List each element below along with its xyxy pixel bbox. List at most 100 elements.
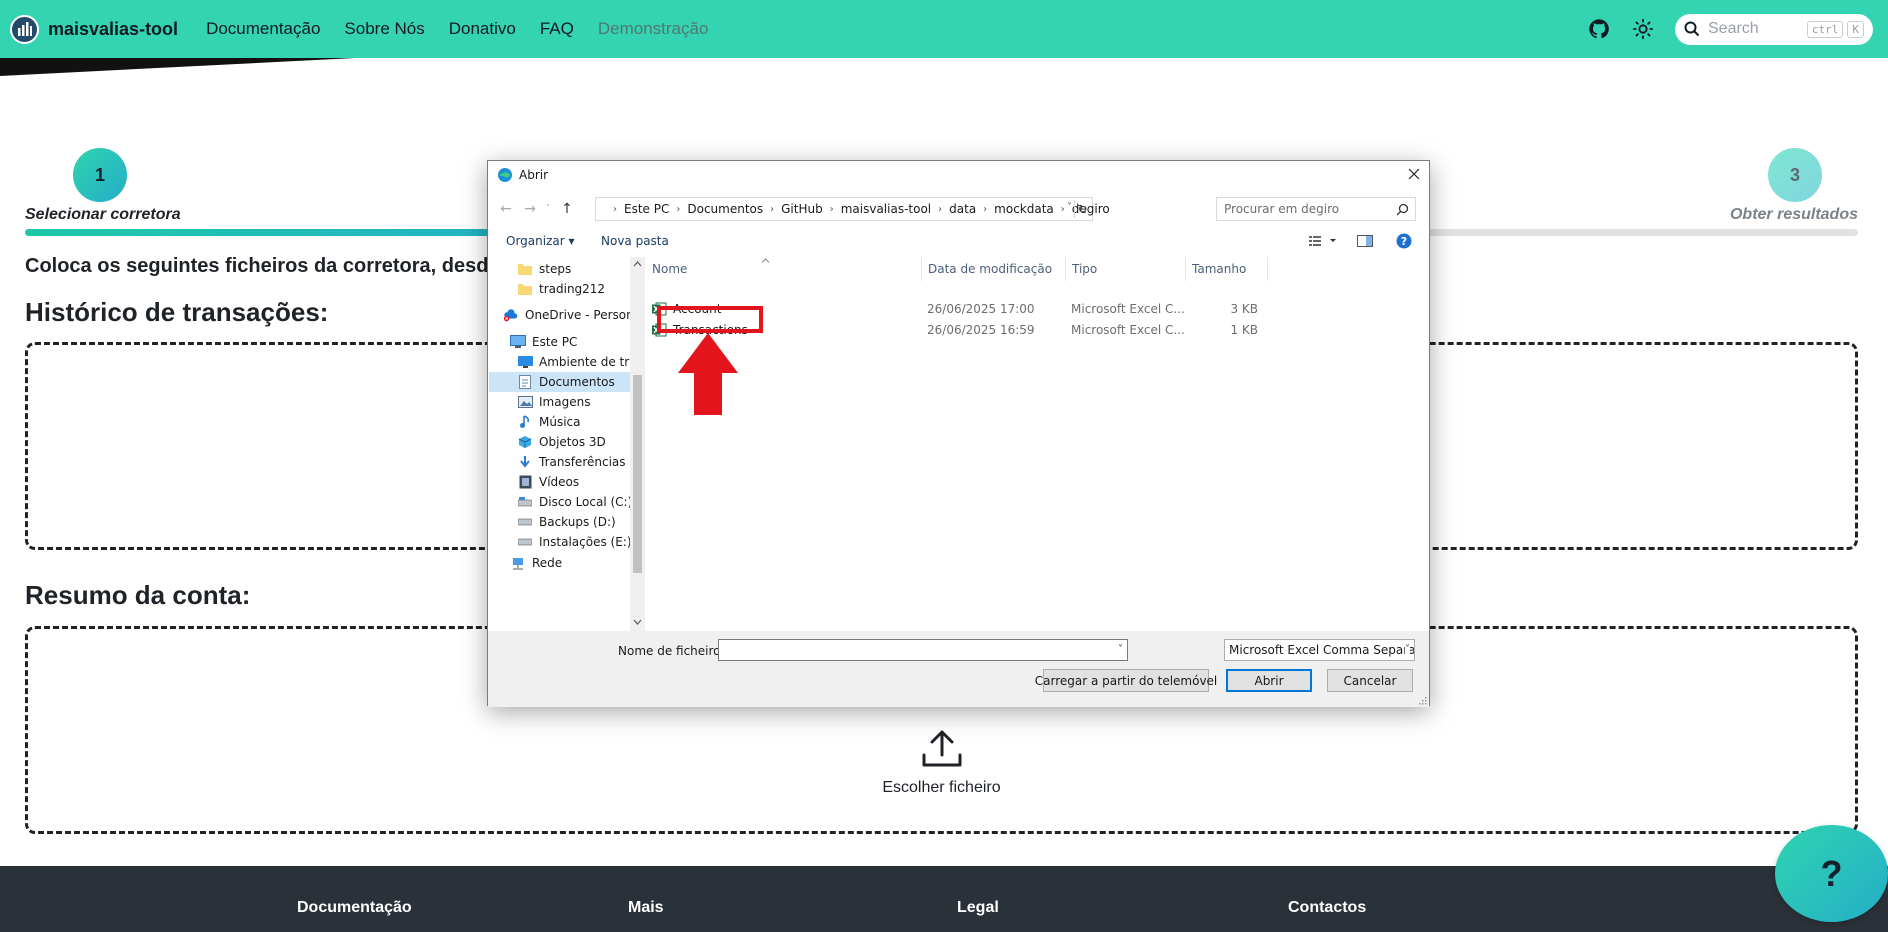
breadcrumb-maisvalias-tool[interactable]: maisvalias-tool bbox=[841, 202, 931, 216]
address-dropdown-icon[interactable]: ˅ bbox=[1067, 202, 1072, 213]
nav-item-disco-local[interactable]: Disco Local (C:) bbox=[517, 492, 632, 512]
computer-icon bbox=[510, 334, 526, 350]
help-button[interactable]: ? bbox=[1775, 825, 1888, 922]
nav-link-sobre-nos[interactable]: Sobre Nós bbox=[344, 19, 424, 39]
file-type: Microsoft Excel C... bbox=[1071, 302, 1185, 316]
column-header-modified[interactable]: Data de modificação bbox=[922, 257, 1066, 281]
file-modified: 26/06/2025 16:59 bbox=[927, 323, 1035, 337]
section-account-title: Resumo da conta: bbox=[25, 580, 251, 610]
recent-dropdown-icon[interactable]: ˅ bbox=[538, 199, 558, 219]
nav-item-documentos[interactable]: Documentos bbox=[489, 372, 630, 392]
breadcrumb-data[interactable]: data bbox=[949, 202, 976, 216]
nav-item-label: trading212 bbox=[539, 282, 606, 296]
nav-item-label: Transferências bbox=[539, 455, 626, 469]
nav-item-videos[interactable]: Vídeos bbox=[517, 472, 579, 492]
file-size: 3 KB bbox=[1230, 302, 1258, 316]
nav-item-musica[interactable]: Música bbox=[517, 412, 581, 432]
top-navbar: maisvalias-tool Documentação Sobre Nós D… bbox=[0, 0, 1888, 58]
file-size: 1 KB bbox=[1230, 323, 1258, 337]
choose-file-label: Escolher ficheiro bbox=[882, 778, 1001, 796]
dialog-titlebar[interactable]: Abrir bbox=[488, 161, 1429, 189]
cancel-button[interactable]: Cancelar bbox=[1327, 669, 1413, 692]
close-icon[interactable] bbox=[1407, 167, 1421, 181]
dialog-search-placeholder: Procurar em degiro bbox=[1224, 202, 1340, 216]
nav-links: Documentação Sobre Nós Donativo FAQ Demo… bbox=[206, 19, 732, 39]
nav-link-faq[interactable]: FAQ bbox=[540, 19, 574, 39]
nav-item-rede[interactable]: Rede bbox=[510, 556, 562, 570]
refresh-icon[interactable]: ↻ bbox=[1074, 200, 1090, 218]
address-bar[interactable]: › Este PC › Documentos › GitHub › maisva… bbox=[595, 197, 1110, 221]
nav-item-imagens[interactable]: Imagens bbox=[517, 392, 590, 412]
file-row-transactions[interactable]: X Transactions 26/06/2025 16:59 Microsof… bbox=[646, 320, 1429, 340]
chevron-down-icon[interactable]: ˅ bbox=[1405, 644, 1410, 655]
site-search-input[interactable]: Search ctrl K bbox=[1675, 13, 1873, 45]
column-header-type[interactable]: Tipo bbox=[1066, 257, 1186, 281]
dialog-search-input[interactable]: Procurar em degiro bbox=[1216, 197, 1416, 221]
nav-link-donativo[interactable]: Donativo bbox=[449, 19, 516, 39]
dialog-bottom-bar: Nome de ficheiro: ˅ Microsoft Excel Comm… bbox=[488, 631, 1429, 707]
organize-button[interactable]: Organizar ▾ bbox=[506, 234, 575, 248]
footer: Documentação Mais Legal Contactos bbox=[0, 866, 1888, 932]
column-header-name[interactable]: Nome bbox=[646, 257, 922, 281]
nav-item-objetos-3d[interactable]: Objetos 3D bbox=[517, 432, 606, 452]
resize-grip-icon[interactable] bbox=[1417, 695, 1427, 705]
breadcrumb-separator: › bbox=[1060, 203, 1065, 215]
help-circle-icon[interactable]: ? bbox=[1396, 233, 1412, 249]
nav-item-label: Objetos 3D bbox=[539, 435, 606, 449]
filename-input[interactable]: ˅ bbox=[718, 639, 1128, 661]
open-button[interactable]: Abrir bbox=[1226, 669, 1312, 692]
file-row-account[interactable]: X Account 26/06/2025 17:00 Microsoft Exc… bbox=[646, 299, 1429, 319]
nav-item-label: steps bbox=[539, 262, 572, 276]
nav-item-instalacoes[interactable]: Instalações (E:) bbox=[517, 532, 632, 552]
nav-item-onedrive[interactable]: OneDrive - Person bbox=[503, 305, 634, 325]
nav-item-backups[interactable]: Backups (D:) bbox=[517, 512, 616, 532]
back-arrow-icon[interactable]: ← bbox=[496, 199, 516, 219]
dialog-toolbar: Organizar ▾ Nova pasta ? bbox=[488, 227, 1429, 255]
preview-pane-icon[interactable] bbox=[1357, 233, 1373, 249]
filetype-select[interactable]: Microsoft Excel Comma Separa ˅ bbox=[1224, 639, 1415, 661]
nav-item-transferencias[interactable]: Transferências bbox=[517, 452, 626, 472]
nav-item-label: Documentos bbox=[539, 375, 615, 389]
breadcrumb-este-pc[interactable]: Este PC bbox=[624, 202, 669, 216]
nav-item-trading212[interactable]: trading212 bbox=[517, 279, 605, 299]
navigation-pane-scrollbar[interactable] bbox=[630, 257, 645, 631]
upload-from-phone-button[interactable]: Carregar a partir do telemóvel bbox=[1035, 669, 1217, 692]
stepper-progress-fill bbox=[25, 229, 520, 236]
forward-arrow-icon[interactable]: → bbox=[520, 199, 540, 219]
breadcrumb-github[interactable]: GitHub bbox=[781, 202, 823, 216]
file-type: Microsoft Excel C... bbox=[1071, 323, 1185, 337]
github-icon[interactable] bbox=[1587, 17, 1611, 41]
file-modified: 26/06/2025 17:00 bbox=[927, 302, 1035, 316]
nav-link-demonstracao[interactable]: Demonstração bbox=[598, 19, 709, 39]
search-icon bbox=[1396, 203, 1409, 216]
scroll-down-icon[interactable] bbox=[633, 619, 642, 625]
scroll-up-icon[interactable] bbox=[633, 261, 642, 267]
file-open-dialog: Abrir ← → ˅ ↑ › Este PC › Documentos › G… bbox=[487, 160, 1430, 707]
nav-item-desktop[interactable]: Ambiente de tra bbox=[517, 352, 637, 372]
nav-item-label: Este PC bbox=[532, 335, 578, 349]
onedrive-icon bbox=[503, 307, 519, 323]
file-list: Nome Data de modificação Tipo Tamanho X … bbox=[646, 257, 1429, 631]
step-1-label: Selecionar corretora bbox=[25, 206, 181, 223]
nav-item-steps[interactable]: steps bbox=[517, 259, 571, 279]
nav-right: Search ctrl K bbox=[1587, 0, 1873, 58]
new-folder-button[interactable]: Nova pasta bbox=[601, 234, 669, 248]
nav-item-label: Imagens bbox=[539, 395, 591, 409]
nav-item-label: Vídeos bbox=[539, 475, 580, 489]
nav-item-label: Música bbox=[539, 415, 581, 429]
nav-item-este-pc[interactable]: Este PC bbox=[510, 332, 577, 352]
up-arrow-icon[interactable]: ↑ bbox=[557, 199, 577, 219]
step-3-number: 3 bbox=[1789, 164, 1800, 185]
brand-logo-icon bbox=[10, 14, 39, 44]
scroll-thumb[interactable] bbox=[633, 375, 642, 573]
breadcrumb-documentos[interactable]: Documentos bbox=[687, 202, 763, 216]
brand[interactable]: maisvalias-tool bbox=[10, 14, 178, 44]
view-options-icon[interactable] bbox=[1308, 233, 1340, 249]
breadcrumb-mockdata[interactable]: mockdata bbox=[994, 202, 1054, 216]
nav-link-documentacao[interactable]: Documentação bbox=[206, 19, 320, 39]
filetype-value: Microsoft Excel Comma Separa bbox=[1229, 643, 1415, 657]
theme-toggle-sun-icon[interactable] bbox=[1631, 17, 1655, 41]
column-header-size[interactable]: Tamanho bbox=[1186, 257, 1268, 281]
chevron-down-icon[interactable]: ˅ bbox=[1118, 644, 1123, 655]
footer-col-documentacao: Documentação bbox=[297, 899, 412, 916]
